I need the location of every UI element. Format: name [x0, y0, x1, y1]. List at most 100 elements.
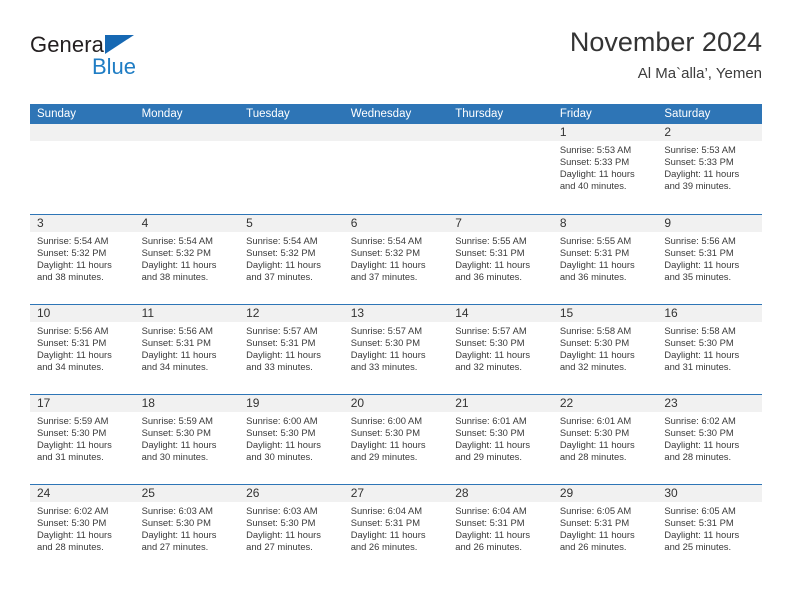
daylight-text-line1: Daylight: 11 hours — [664, 528, 740, 540]
sunrise-sunset-calendar-table: Sunday Monday Tuesday Wednesday Thursday… — [30, 104, 762, 574]
sunset-text: Sunset: 5:33 PM — [559, 156, 630, 168]
day-cell[interactable]: 26 Sunrise: 6:03 AM Sunset: 5:30 PM Dayl… — [239, 483, 344, 574]
sunset-text: Sunset: 5:31 PM — [559, 516, 630, 528]
day-cell[interactable]: 6 Sunrise: 5:54 AM Sunset: 5:32 PM Dayli… — [343, 213, 449, 304]
sunset-text: Sunset: 5:30 PM — [141, 426, 211, 438]
daylight-text-line1: Daylight: 11 hours — [559, 258, 635, 270]
day-number: 11 — [134, 304, 240, 322]
daylight-text-line2: and 29 minutes. — [350, 450, 418, 462]
day-cell[interactable]: 18 Sunrise: 5:59 AM Sunset: 5:30 PM Dayl… — [134, 393, 240, 484]
day-cell[interactable]: 1 Sunrise: 5:53 AM Sunset: 5:33 PM Dayli… — [552, 124, 658, 214]
day-number: 23 — [657, 394, 762, 412]
sunset-text: Sunset: 5:30 PM — [455, 426, 525, 438]
weekday-header-saturday: Saturday — [657, 104, 762, 124]
daylight-text-line2: and 26 minutes. — [350, 540, 418, 552]
day-cell[interactable]: 14 Sunrise: 5:57 AM Sunset: 5:30 PM Dayl… — [448, 303, 553, 394]
day-cell[interactable]: 11 Sunrise: 5:56 AM Sunset: 5:31 PM Dayl… — [134, 303, 240, 394]
day-cell[interactable]: 13 Sunrise: 5:57 AM Sunset: 5:30 PM Dayl… — [343, 303, 449, 394]
sunset-text: Sunset: 5:33 PM — [664, 156, 734, 168]
day-number: 19 — [239, 394, 344, 412]
sunrise-text: Sunrise: 6:04 AM — [455, 504, 527, 516]
day-cell[interactable]: 7 Sunrise: 5:55 AM Sunset: 5:31 PM Dayli… — [448, 213, 553, 304]
calendar-week-row: 17 Sunrise: 5:59 AM Sunset: 5:30 PM Dayl… — [30, 393, 762, 484]
day-cell[interactable]: 9 Sunrise: 5:56 AM Sunset: 5:31 PM Dayli… — [657, 213, 762, 304]
daylight-text-line1: Daylight: 11 hours — [455, 258, 531, 270]
daylight-text-line1: Daylight: 11 hours — [559, 528, 635, 540]
day-cell[interactable]: 3 Sunrise: 5:54 AM Sunset: 5:32 PM Dayli… — [30, 213, 135, 304]
day-cell[interactable]: 21 Sunrise: 6:01 AM Sunset: 5:30 PM Dayl… — [448, 393, 553, 484]
sunset-text: Sunset: 5:30 PM — [141, 516, 211, 528]
day-cell[interactable]: 29 Sunrise: 6:05 AM Sunset: 5:31 PM Dayl… — [552, 483, 658, 574]
daylight-text-line1: Daylight: 11 hours — [664, 438, 740, 450]
day-details: Sunrise: 5:57 AM Sunset: 5:30 PM Dayligh… — [344, 322, 449, 373]
day-cell[interactable]: 25 Sunrise: 6:03 AM Sunset: 5:30 PM Dayl… — [134, 483, 240, 574]
day-cell-empty — [343, 124, 449, 214]
day-cell[interactable]: 17 Sunrise: 5:59 AM Sunset: 5:30 PM Dayl… — [30, 393, 135, 484]
daylight-text-line1: Daylight: 11 hours — [559, 348, 635, 360]
daylight-text-line1: Daylight: 11 hours — [455, 528, 531, 540]
daylight-text-line2: and 30 minutes. — [141, 450, 209, 462]
day-cell[interactable]: 27 Sunrise: 6:04 AM Sunset: 5:31 PM Dayl… — [343, 483, 449, 574]
title-block: November 2024 Al Ma`alla’, Yemen — [570, 26, 762, 84]
sunset-text: Sunset: 5:31 PM — [455, 516, 525, 528]
weekday-header-tuesday: Tuesday — [239, 104, 344, 124]
sunrise-text: Sunrise: 6:05 AM — [664, 504, 736, 516]
day-number: 20 — [343, 394, 449, 412]
day-number: 6 — [343, 214, 449, 232]
sunset-text: Sunset: 5:32 PM — [350, 246, 420, 258]
weekday-header-sunday: Sunday — [30, 104, 135, 124]
page-title: November 2024 — [569, 27, 762, 57]
day-cell[interactable]: 23 Sunrise: 6:02 AM Sunset: 5:30 PM Dayl… — [657, 393, 762, 484]
day-details: Sunrise: 5:56 AM Sunset: 5:31 PM Dayligh… — [30, 322, 135, 373]
day-details: Sunrise: 5:57 AM Sunset: 5:30 PM Dayligh… — [448, 322, 553, 373]
day-details: Sunrise: 5:54 AM Sunset: 5:32 PM Dayligh… — [135, 232, 240, 283]
day-cell[interactable]: 20 Sunrise: 6:00 AM Sunset: 5:30 PM Dayl… — [343, 393, 449, 484]
day-details: Sunrise: 6:04 AM Sunset: 5:31 PM Dayligh… — [344, 502, 449, 553]
daylight-text-line1: Daylight: 11 hours — [350, 528, 426, 540]
day-number: 1 — [552, 124, 658, 141]
day-number: 24 — [30, 484, 135, 502]
sunset-text: Sunset: 5:32 PM — [141, 246, 211, 258]
day-number: 29 — [552, 484, 658, 502]
page-header: General Blue November 2024 Al Ma`alla’, … — [30, 26, 762, 98]
daylight-text-line2: and 25 minutes. — [664, 540, 732, 552]
day-cell[interactable]: 8 Sunrise: 5:55 AM Sunset: 5:31 PM Dayli… — [552, 213, 658, 304]
daylight-text-line1: Daylight: 11 hours — [664, 258, 740, 270]
sunrise-text: Sunrise: 5:55 AM — [559, 234, 632, 246]
daylight-text-line1: Daylight: 11 hours — [350, 348, 426, 360]
day-cell[interactable]: 4 Sunrise: 5:54 AM Sunset: 5:32 PM Dayli… — [134, 213, 240, 304]
day-cell[interactable]: 19 Sunrise: 6:00 AM Sunset: 5:30 PM Dayl… — [239, 393, 344, 484]
day-cell[interactable]: 12 Sunrise: 5:57 AM Sunset: 5:31 PM Dayl… — [239, 303, 344, 394]
daylight-text-line1: Daylight: 11 hours — [664, 168, 740, 180]
sunset-text: Sunset: 5:31 PM — [664, 246, 734, 258]
sunset-text: Sunset: 5:32 PM — [37, 246, 107, 258]
daylight-text-line2: and 37 minutes. — [246, 270, 313, 282]
day-details: Sunrise: 6:03 AM Sunset: 5:30 PM Dayligh… — [135, 502, 240, 553]
day-cell[interactable]: 16 Sunrise: 5:58 AM Sunset: 5:30 PM Dayl… — [657, 303, 762, 394]
sunrise-text: Sunrise: 5:54 AM — [350, 234, 423, 246]
day-number — [239, 124, 344, 141]
day-number: 4 — [134, 214, 240, 232]
day-details: Sunrise: 5:53 AM Sunset: 5:33 PM Dayligh… — [657, 141, 762, 192]
daylight-text-line2: and 28 minutes. — [559, 450, 627, 462]
sunset-text: Sunset: 5:31 PM — [246, 336, 316, 348]
day-cell[interactable]: 30 Sunrise: 6:05 AM Sunset: 5:31 PM Dayl… — [657, 483, 762, 574]
day-details: Sunrise: 6:01 AM Sunset: 5:30 PM Dayligh… — [553, 412, 658, 463]
day-details: Sunrise: 5:55 AM Sunset: 5:31 PM Dayligh… — [553, 232, 658, 283]
daylight-text-line2: and 34 minutes. — [141, 360, 209, 372]
calendar-page: General Blue November 2024 Al Ma`alla’, … — [0, 0, 792, 612]
day-number: 15 — [552, 304, 658, 322]
day-cell[interactable]: 28 Sunrise: 6:04 AM Sunset: 5:31 PM Dayl… — [448, 483, 553, 574]
day-cell[interactable]: 2 Sunrise: 5:53 AM Sunset: 5:33 PM Dayli… — [657, 124, 762, 214]
sunrise-text: Sunrise: 5:53 AM — [559, 144, 632, 155]
day-cell[interactable]: 24 Sunrise: 6:02 AM Sunset: 5:30 PM Dayl… — [30, 483, 135, 574]
day-cell[interactable]: 22 Sunrise: 6:01 AM Sunset: 5:30 PM Dayl… — [552, 393, 658, 484]
daylight-text-line1: Daylight: 11 hours — [37, 528, 112, 540]
day-cell[interactable]: 10 Sunrise: 5:56 AM Sunset: 5:31 PM Dayl… — [30, 303, 135, 394]
day-number — [343, 124, 449, 141]
weekday-header-wednesday: Wednesday — [343, 104, 449, 124]
day-cell[interactable]: 5 Sunrise: 5:54 AM Sunset: 5:32 PM Dayli… — [239, 213, 344, 304]
day-details: Sunrise: 5:58 AM Sunset: 5:30 PM Dayligh… — [553, 322, 658, 373]
day-cell[interactable]: 15 Sunrise: 5:58 AM Sunset: 5:30 PM Dayl… — [552, 303, 658, 394]
general-blue-logo[interactable]: General Blue — [30, 32, 250, 92]
